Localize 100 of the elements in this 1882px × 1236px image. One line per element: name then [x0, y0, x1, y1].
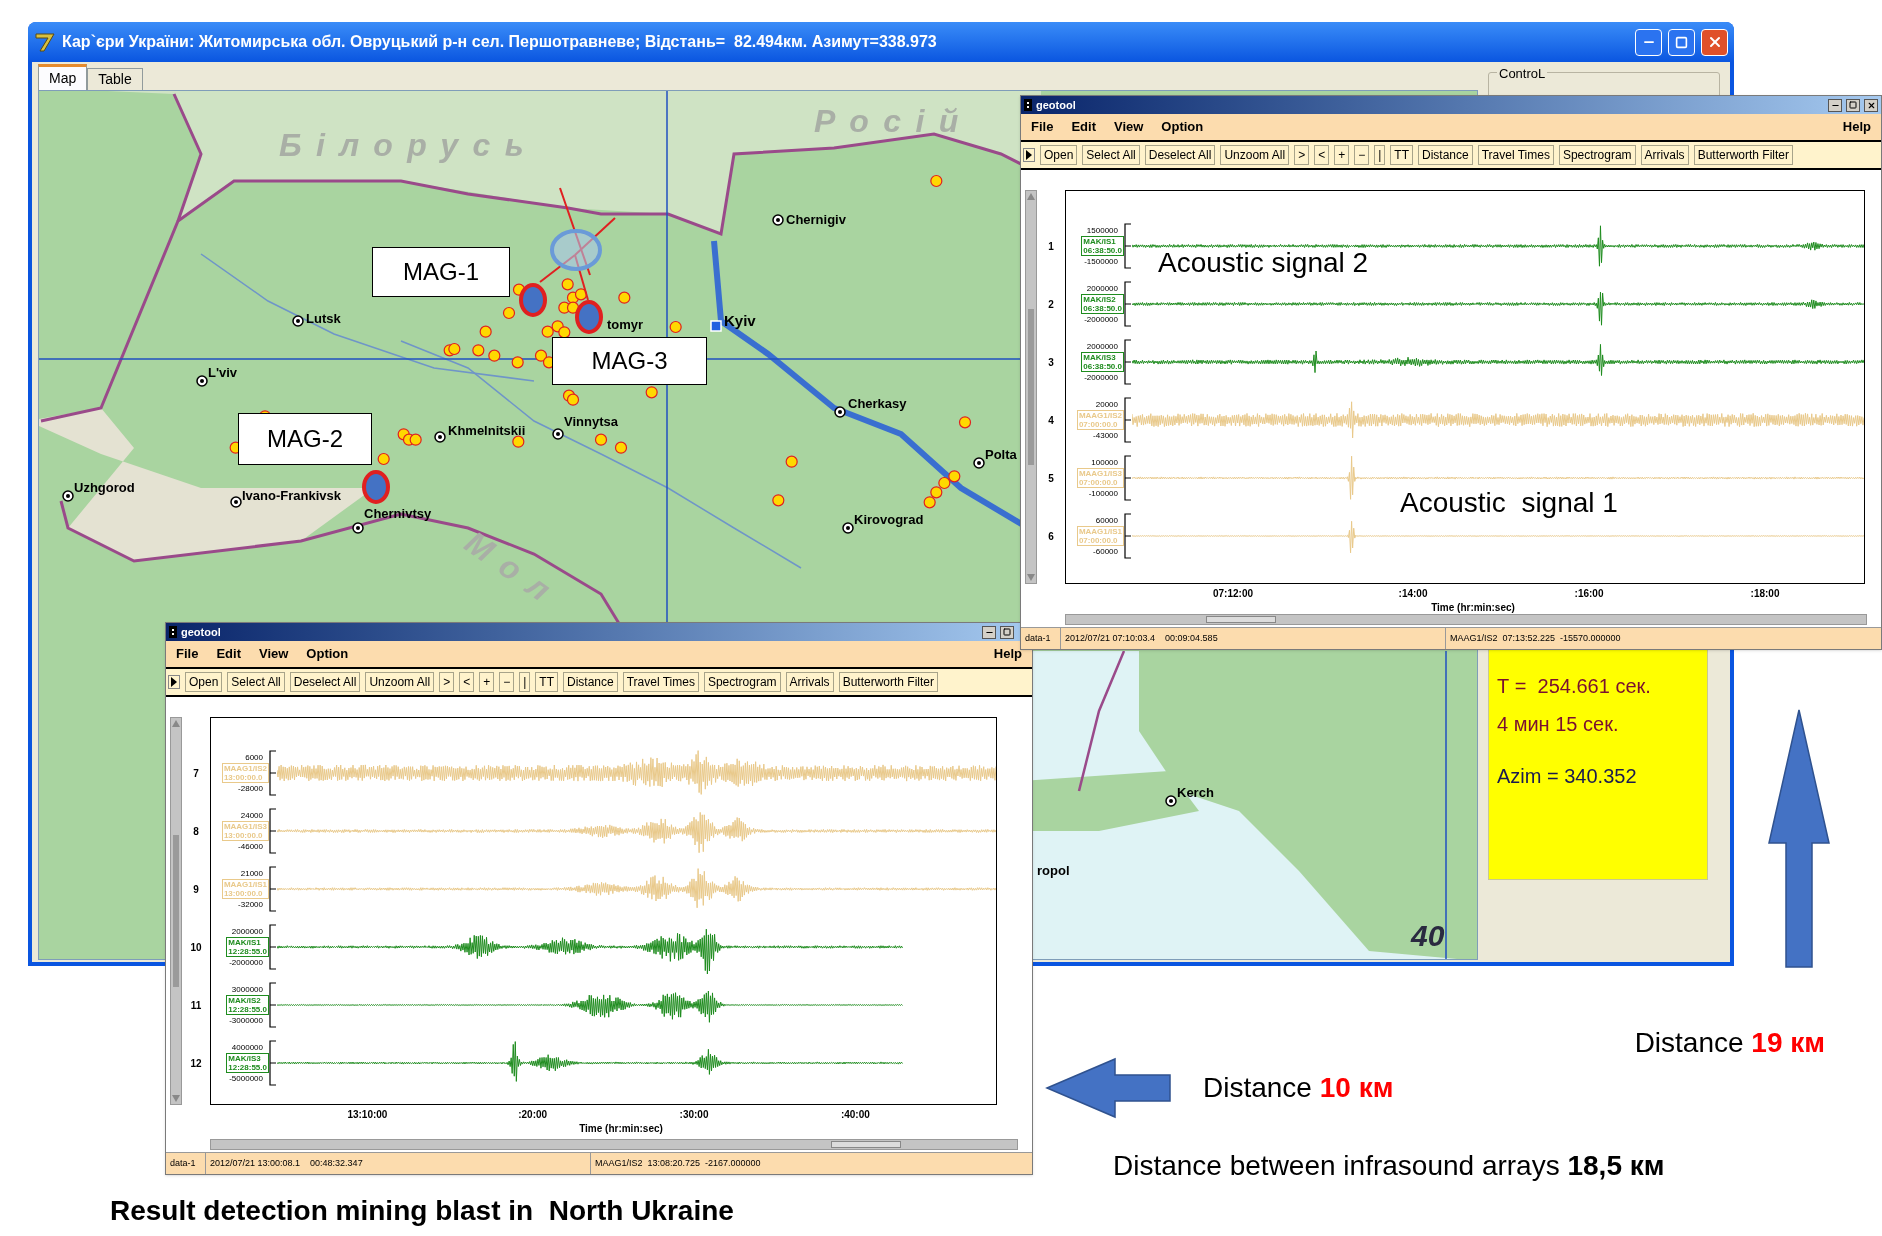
toolbar-button[interactable]: Arrivals [1640, 145, 1689, 165]
city-marker-icon [842, 522, 854, 534]
station-label[interactable]: MAK/IS3 12:28:55.0 [226, 1053, 269, 1073]
window-title: Кар`єри України: Житомирська обл. Овруцький р-н сел. Першотравневе; Відстань= 82.494км. Азимут=338.973 [62, 32, 937, 52]
quarry-marker [958, 416, 972, 429]
amplitude-label: -28000 [238, 783, 264, 794]
toolbar-button[interactable]: Spectrogram [703, 672, 781, 692]
toolbar-button[interactable]: Open [185, 672, 223, 692]
scale-bracket [269, 808, 277, 854]
trace-number: 12 [190, 1056, 202, 1071]
toolbar-button[interactable]: + [1334, 145, 1350, 165]
scrollbar-thumb[interactable] [1206, 616, 1276, 623]
scale-bracket [1124, 513, 1132, 559]
close-button[interactable] [1864, 98, 1878, 112]
quarry-marker [574, 288, 588, 301]
scrollbar-thumb[interactable] [1028, 309, 1034, 465]
station-label[interactable]: MAK/IS1 12:28:55.0 [226, 937, 269, 957]
help-menu[interactable]: Help [993, 644, 1022, 664]
horizontal-scrollbar[interactable] [1065, 614, 1867, 625]
minimize-button[interactable] [1828, 98, 1842, 112]
help-menu[interactable]: Help [1842, 117, 1871, 137]
station-label[interactable]: MAK/IS2 06:38:50.0 [1081, 294, 1124, 314]
toolbar-button[interactable]: > [1294, 145, 1310, 165]
quarry-marker [512, 435, 525, 448]
station-marker [519, 283, 547, 317]
menu-item[interactable]: View [1113, 117, 1144, 137]
quarry-marker [618, 291, 631, 304]
tab[interactable]: Map [38, 64, 88, 90]
vertical-scrollbar[interactable] [1025, 190, 1037, 584]
scroll-up-icon[interactable] [1027, 193, 1035, 200]
station-label[interactable]: MAK/IS2 12:28:55.0 [226, 995, 269, 1015]
scroll-down-icon[interactable] [172, 1095, 180, 1102]
toolbar-button[interactable]: TT [535, 672, 558, 692]
callout-label: MAG-2 [238, 413, 372, 465]
vertical-scrollbar[interactable] [170, 717, 182, 1105]
toolbar-button[interactable]: | [1374, 145, 1386, 165]
city-label: Kyiv [724, 311, 756, 331]
city-marker-icon [434, 431, 446, 443]
toolbar-button[interactable]: Deselect All [289, 672, 361, 692]
menu-item[interactable]: File [176, 644, 199, 664]
trace-number: 6 [1048, 529, 1054, 544]
toolbar-button[interactable]: > [439, 672, 455, 692]
toolbar-button[interactable]: Travel Times [622, 672, 699, 692]
toolbar-button[interactable]: + [479, 672, 495, 692]
tab[interactable]: Table [87, 68, 143, 90]
minimize-button[interactable] [982, 625, 996, 639]
quarry-marker [448, 342, 461, 356]
toolbar-button[interactable]: < [459, 672, 475, 692]
toolbar-button[interactable]: Butterworth Filter [838, 672, 938, 692]
window-title: geotool [181, 624, 221, 640]
toolbar-button[interactable]: Butterworth Filter [1693, 145, 1793, 165]
scroll-up-icon[interactable] [172, 720, 180, 727]
city-label: tomyr [607, 316, 644, 334]
scale-bracket [269, 866, 277, 912]
toolbar-button[interactable]: Select All [227, 672, 285, 692]
scrollbar-thumb[interactable] [831, 1141, 901, 1148]
menu-item[interactable]: Option [306, 644, 349, 664]
toolbar-button[interactable]: Arrivals [785, 672, 834, 692]
amplitude-label: 20000 [1095, 399, 1119, 410]
quarry-marker [488, 349, 501, 362]
toolbar-button[interactable]: Travel Times [1477, 145, 1554, 165]
toolbar-button[interactable]: Unzoom All [365, 672, 435, 692]
menu-item[interactable]: Option [1161, 117, 1204, 137]
app-icon [169, 626, 177, 638]
scroll-down-icon[interactable] [1027, 574, 1035, 581]
toolbar-button[interactable]: Deselect All [1144, 145, 1216, 165]
tick-label: :30:00 [679, 1108, 709, 1122]
toolbar-button[interactable]: Spectrogram [1558, 145, 1636, 165]
amplitude-label: -5000000 [229, 1073, 264, 1084]
menu-item[interactable]: View [258, 644, 289, 664]
scale-bracket [269, 924, 277, 970]
menu-item[interactable]: File [1031, 117, 1054, 137]
menu-item[interactable]: Edit [216, 644, 241, 664]
amplitude-label: 2000000 [1086, 341, 1119, 352]
maximize-button[interactable] [1846, 98, 1860, 112]
station-label[interactable]: MAK/IS1 06:38:50.0 [1081, 236, 1124, 256]
toolbar-button[interactable]: Open [1040, 145, 1078, 165]
scrollbar-thumb[interactable] [173, 834, 179, 988]
toolbar-button[interactable]: − [1354, 145, 1370, 165]
play-icon[interactable] [1023, 148, 1035, 162]
amplitude-label: -100000 [1088, 488, 1119, 499]
quarry-marker [785, 455, 798, 468]
menu-item[interactable]: Edit [1071, 117, 1096, 137]
amplitude-label: 100000 [1091, 457, 1119, 468]
toolbar-button[interactable]: Distance [1418, 145, 1473, 165]
toolbar-button[interactable]: TT [1390, 145, 1413, 165]
map-number: 40 [1411, 918, 1445, 954]
toolbar-button[interactable]: < [1314, 145, 1330, 165]
quarry-marker [669, 320, 682, 334]
toolbar-button[interactable]: Distance [563, 672, 618, 692]
play-icon[interactable] [168, 675, 180, 689]
amplitude-label: -3000000 [229, 1015, 264, 1026]
horizontal-scrollbar[interactable] [210, 1139, 1018, 1150]
toolbar-button[interactable]: − [499, 672, 515, 692]
station-label[interactable]: MAK/IS3 06:38:50.0 [1081, 352, 1124, 372]
maximize-button[interactable] [1000, 625, 1014, 639]
toolbar-button[interactable]: | [519, 672, 531, 692]
toolbar-button[interactable]: Select All [1082, 145, 1140, 165]
scale-bracket [269, 982, 277, 1028]
toolbar-button[interactable]: Unzoom All [1220, 145, 1290, 165]
